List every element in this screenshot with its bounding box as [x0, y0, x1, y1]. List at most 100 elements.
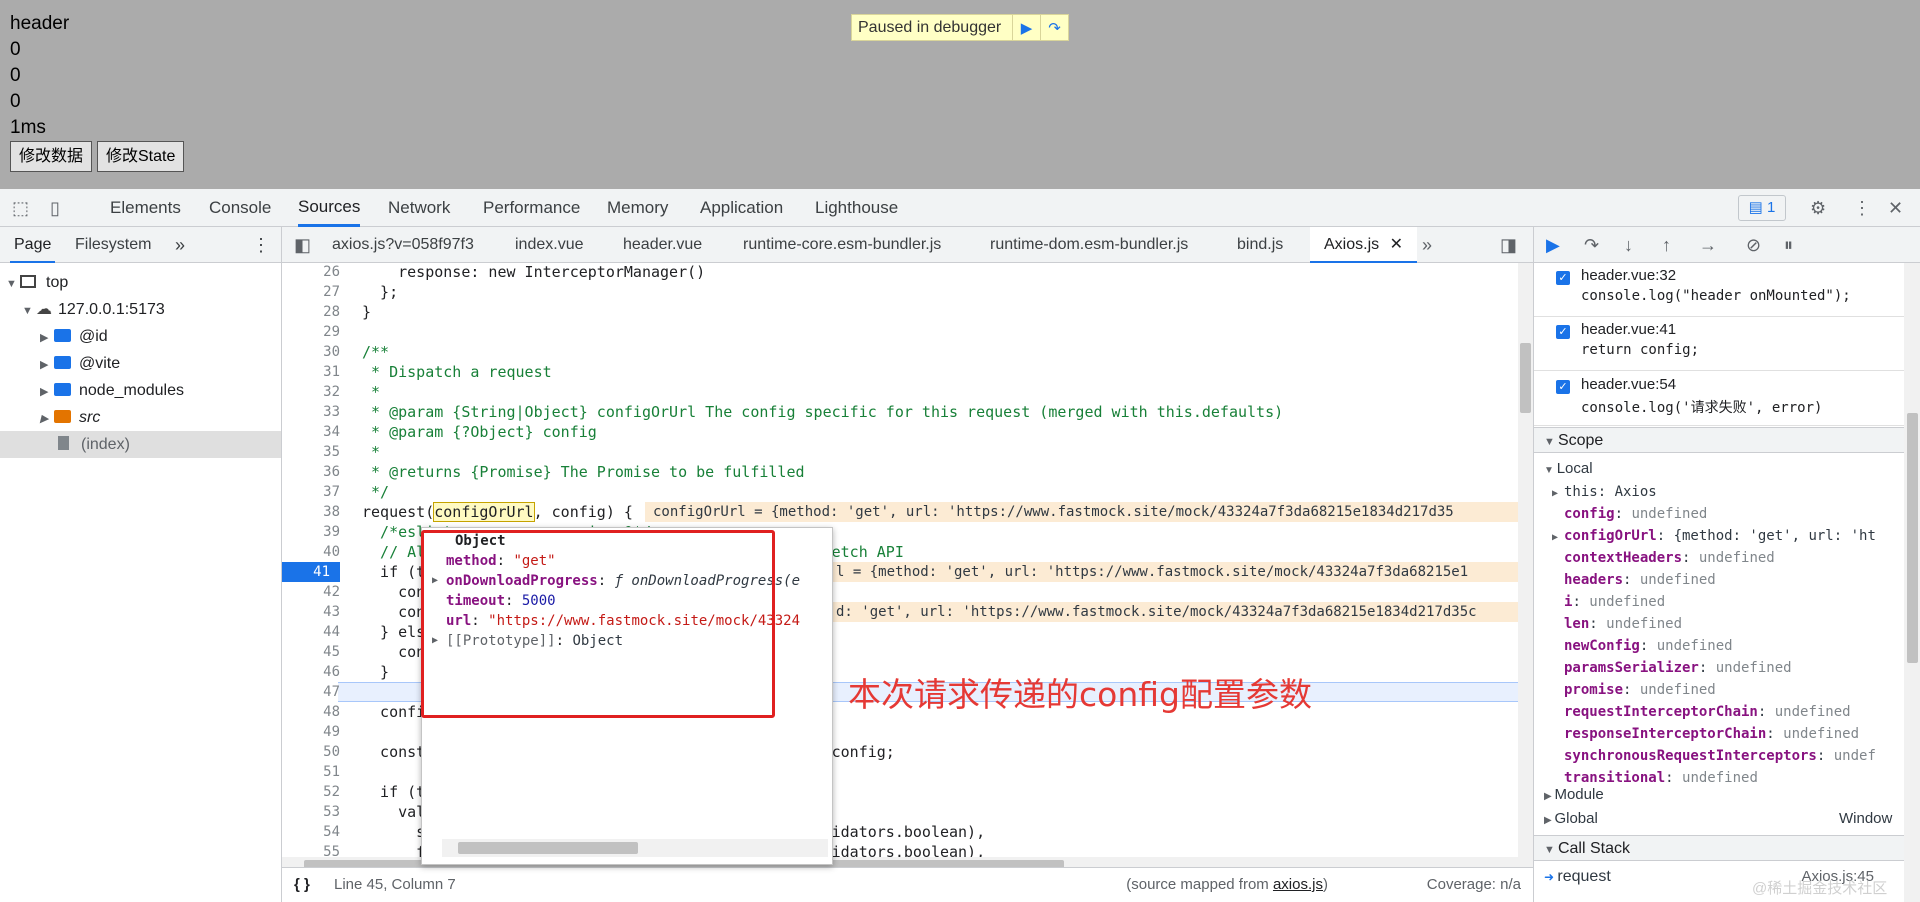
- scope-variable[interactable]: ▶ this: Axios: [1552, 481, 1657, 503]
- step-into-icon[interactable]: ↓: [1624, 227, 1633, 263]
- line-number[interactable]: 46: [282, 662, 340, 682]
- tree-item-folder[interactable]: ▶ @id: [40, 323, 108, 350]
- tree-item-folder[interactable]: ▶ node_modules: [40, 377, 184, 404]
- tab-memory[interactable]: Memory: [607, 189, 668, 227]
- checkbox-icon[interactable]: ✓: [1556, 325, 1570, 339]
- line-number[interactable]: 52: [282, 782, 340, 802]
- vertical-scrollbar[interactable]: [1518, 263, 1533, 857]
- file-tab-active[interactable]: Axios.js ✕: [1310, 227, 1417, 263]
- tree-item-folder[interactable]: ▶ src: [40, 404, 100, 431]
- more-tabs-chevron-icon[interactable]: »: [175, 227, 185, 263]
- tree-item-folder[interactable]: ▶ @vite: [40, 350, 120, 377]
- line-number[interactable]: 42: [282, 582, 340, 602]
- close-tab-icon[interactable]: ✕: [1390, 236, 1403, 253]
- toggle-navigator-icon[interactable]: ◧: [294, 227, 311, 263]
- line-number[interactable]: 39: [282, 522, 340, 542]
- breakpoint-item[interactable]: ✓ header.vue:54 console.log('请求失败', error): [1534, 372, 1904, 426]
- checkbox-icon[interactable]: ✓: [1556, 380, 1570, 394]
- line-number[interactable]: 36: [282, 462, 340, 482]
- tab-lighthouse[interactable]: Lighthouse: [815, 189, 898, 227]
- expand-arrow-icon[interactable]: ▶: [1552, 483, 1564, 505]
- scope-variable[interactable]: config: undefined: [1552, 503, 1707, 525]
- line-number[interactable]: 47: [282, 682, 340, 702]
- resume-icon[interactable]: ▶: [1546, 227, 1560, 263]
- nav-tab-filesystem[interactable]: Filesystem: [75, 227, 151, 263]
- line-number[interactable]: 40: [282, 542, 340, 562]
- scope-variable[interactable]: promise: undefined: [1552, 679, 1716, 701]
- line-number[interactable]: 30: [282, 342, 340, 362]
- source-map-link[interactable]: axios.js: [1273, 876, 1323, 893]
- line-number[interactable]: 51: [282, 762, 340, 782]
- line-number[interactable]: 49: [282, 722, 340, 742]
- scrollbar-thumb[interactable]: [1520, 343, 1531, 413]
- file-tab[interactable]: runtime-dom.esm-bundler.js: [990, 227, 1188, 263]
- hovered-token[interactable]: configOrUrl: [433, 502, 535, 522]
- line-number[interactable]: 33: [282, 402, 340, 422]
- tab-performance[interactable]: Performance: [483, 189, 580, 227]
- more-options-icon[interactable]: ⋮: [1853, 189, 1871, 227]
- line-number[interactable]: 31: [282, 362, 340, 382]
- toggle-debugger-icon[interactable]: ◨: [1500, 227, 1517, 263]
- messages-badge[interactable]: ▤ 1: [1738, 195, 1786, 221]
- tab-elements[interactable]: Elements: [110, 189, 181, 227]
- tree-item-file-selected[interactable]: (index): [0, 431, 281, 458]
- breakpoint-item[interactable]: ✓ header.vue:41 return config;: [1534, 317, 1904, 371]
- line-number[interactable]: 48: [282, 702, 340, 722]
- line-number[interactable]: 28: [282, 302, 340, 322]
- line-number[interactable]: 43: [282, 602, 340, 622]
- file-tab[interactable]: index.vue: [515, 227, 584, 263]
- step-over-icon[interactable]: ↷: [1040, 15, 1068, 40]
- sidebar-scrollbar[interactable]: [1904, 263, 1920, 902]
- file-tab[interactable]: runtime-core.esm-bundler.js: [743, 227, 941, 263]
- scope-section-header[interactable]: ▼ Scope: [1534, 427, 1904, 453]
- expand-arrow-icon[interactable]: ▶: [1552, 527, 1564, 549]
- line-number[interactable]: 27: [282, 282, 340, 302]
- tab-network[interactable]: Network: [388, 189, 450, 227]
- scrollbar-thumb[interactable]: [458, 842, 638, 854]
- file-tab[interactable]: header.vue: [623, 227, 702, 263]
- line-number[interactable]: 34: [282, 422, 340, 442]
- callstack-section-header[interactable]: ▼ Call Stack: [1534, 835, 1904, 861]
- resume-icon[interactable]: ▶: [1012, 15, 1040, 40]
- line-number[interactable]: 44: [282, 622, 340, 642]
- scope-variable[interactable]: len: undefined: [1552, 613, 1682, 635]
- modify-data-button[interactable]: 修改数据: [10, 141, 93, 172]
- device-toolbar-icon[interactable]: ▯: [50, 189, 60, 227]
- line-number[interactable]: 37: [282, 482, 340, 502]
- scope-variable[interactable]: i: undefined: [1552, 591, 1665, 613]
- line-number[interactable]: 53: [282, 802, 340, 822]
- scope-variable[interactable]: responseInterceptorChain: undefined: [1552, 723, 1859, 745]
- scrollbar-thumb[interactable]: [1907, 413, 1918, 663]
- checkbox-icon[interactable]: ✓: [1556, 271, 1570, 285]
- tab-application[interactable]: Application: [700, 189, 783, 227]
- file-tab[interactable]: axios.js?v=058f97f3: [332, 227, 474, 263]
- scope-global[interactable]: ▶ Global: [1544, 808, 1598, 830]
- breakpoint-line-number[interactable]: 41: [282, 562, 340, 582]
- line-number[interactable]: 45: [282, 642, 340, 662]
- modify-state-button[interactable]: 修改State: [97, 141, 185, 172]
- step-out-icon[interactable]: ↑: [1662, 227, 1671, 263]
- nav-more-options-icon[interactable]: ⋮: [252, 227, 270, 263]
- line-number[interactable]: 54: [282, 822, 340, 842]
- file-tab[interactable]: bind.js: [1237, 227, 1283, 263]
- scope-variable[interactable]: ▶ configOrUrl: {method: 'get', url: 'ht: [1552, 525, 1876, 547]
- scope-variable[interactable]: paramsSerializer: undefined: [1552, 657, 1792, 679]
- pretty-print-icon[interactable]: { }: [294, 868, 310, 902]
- tree-item-origin[interactable]: ▼ ☁ 127.0.0.1:5173: [22, 296, 165, 323]
- line-number[interactable]: 55: [282, 842, 340, 857]
- tab-sources[interactable]: Sources: [298, 189, 361, 227]
- tab-console[interactable]: Console: [209, 189, 271, 227]
- tree-item-top[interactable]: ▼ top: [6, 269, 68, 296]
- settings-gear-icon[interactable]: ⚙: [1810, 189, 1826, 227]
- line-number[interactable]: 29: [282, 322, 340, 342]
- scope-local-header[interactable]: ▼ Local: [1544, 458, 1593, 480]
- breakpoint-item[interactable]: ✓ header.vue:32 console.log("header onMoun…: [1534, 263, 1904, 317]
- scope-variable[interactable]: headers: undefined: [1552, 569, 1716, 591]
- scope-variable[interactable]: synchronousRequestInterceptors: undef: [1552, 745, 1876, 767]
- line-number[interactable]: 50: [282, 742, 340, 762]
- popup-scrollbar[interactable]: [442, 839, 828, 857]
- scope-variable[interactable]: contextHeaders: undefined: [1552, 547, 1775, 569]
- more-files-chevron-icon[interactable]: »: [1422, 227, 1432, 263]
- line-number[interactable]: 35: [282, 442, 340, 462]
- line-number[interactable]: 26: [282, 263, 340, 282]
